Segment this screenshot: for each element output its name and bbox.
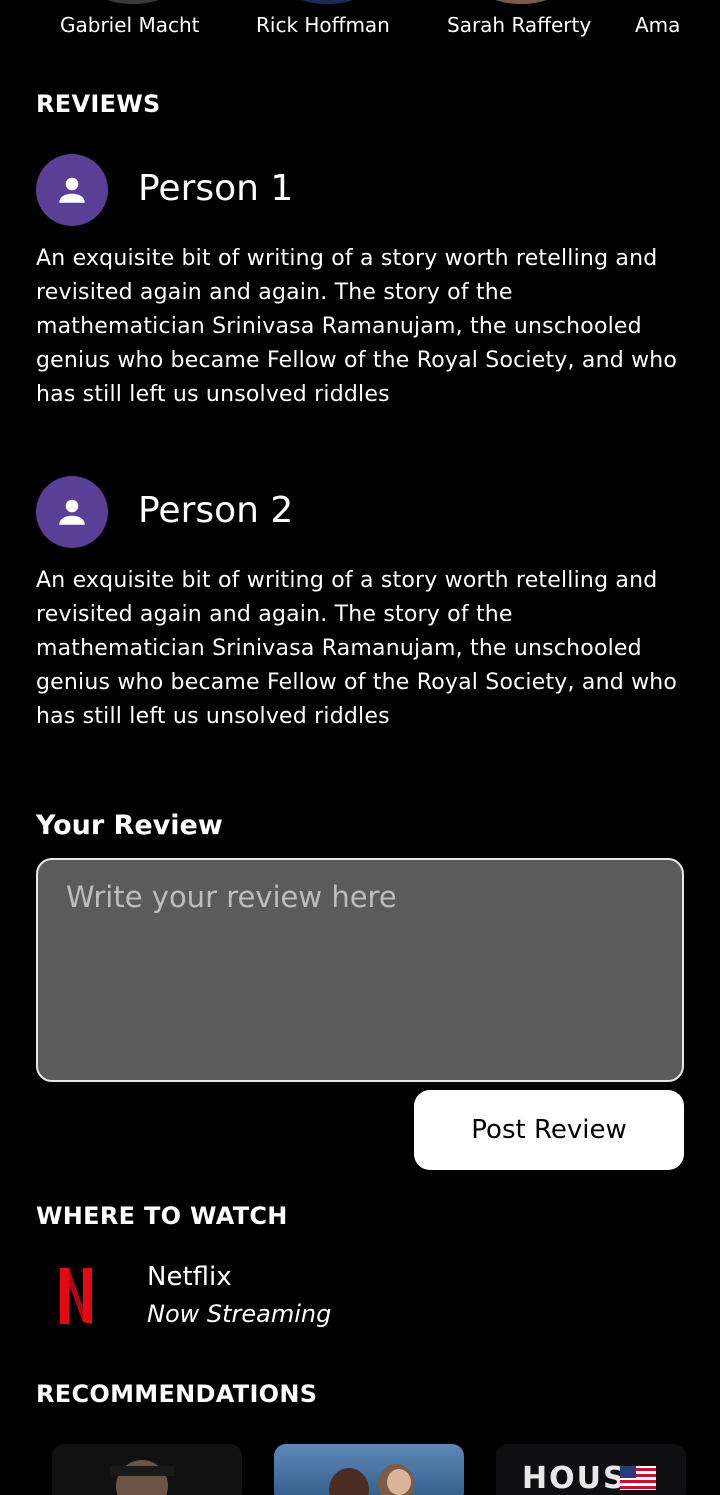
review-author: Person 1 xyxy=(138,168,294,209)
poster-image: HOUSE xyxy=(522,1461,656,1495)
recommendation-poster[interactable]: HOUSE xyxy=(496,1444,686,1495)
cast-list: Gabriel Macht Rick Hoffman Sarah Raffert… xyxy=(0,0,720,60)
review-text: An exquisite bit of writing of a story w… xyxy=(36,568,678,729)
recommendation-poster[interactable] xyxy=(274,1444,464,1495)
poster-image xyxy=(329,1464,414,1495)
recommendations-list: HOUSE xyxy=(0,1444,720,1495)
netflix-logo-icon xyxy=(60,1268,92,1324)
post-review-button[interactable]: Post Review xyxy=(414,1090,684,1170)
your-review-label: Your Review xyxy=(36,810,223,841)
provider-status: Now Streaming xyxy=(147,1300,332,1328)
recommendation-poster[interactable] xyxy=(52,1444,242,1495)
recommendations-heading: RECOMMENDATIONS xyxy=(36,1380,318,1408)
cast-avatar xyxy=(476,0,566,4)
person-icon xyxy=(59,177,85,203)
where-to-watch-heading: WHERE TO WATCH xyxy=(36,1202,288,1230)
review-item: Person 2 An exquisite bit of writing of … xyxy=(36,476,684,776)
reviews-heading: REVIEWS xyxy=(36,90,161,118)
cast-avatar xyxy=(88,0,178,4)
review-text: An exquisite bit of writing of a story w… xyxy=(36,246,678,407)
provider-name: Netflix xyxy=(147,1262,232,1292)
provider-item[interactable]: Netflix Now Streaming xyxy=(36,1256,684,1346)
poster-image xyxy=(110,1460,174,1495)
avatar xyxy=(36,154,108,226)
review-item: Person 1 An exquisite bit of writing of … xyxy=(36,154,684,454)
cast-name: Ama xyxy=(635,13,681,37)
person-icon xyxy=(59,499,85,525)
cast-name: Rick Hoffman xyxy=(256,13,390,37)
avatar xyxy=(36,476,108,548)
review-author: Person 2 xyxy=(138,490,294,531)
cast-name: Gabriel Macht xyxy=(60,13,200,37)
cast-avatar xyxy=(282,0,372,4)
review-input[interactable] xyxy=(36,858,684,1082)
cast-name: Sarah Rafferty xyxy=(447,13,592,37)
